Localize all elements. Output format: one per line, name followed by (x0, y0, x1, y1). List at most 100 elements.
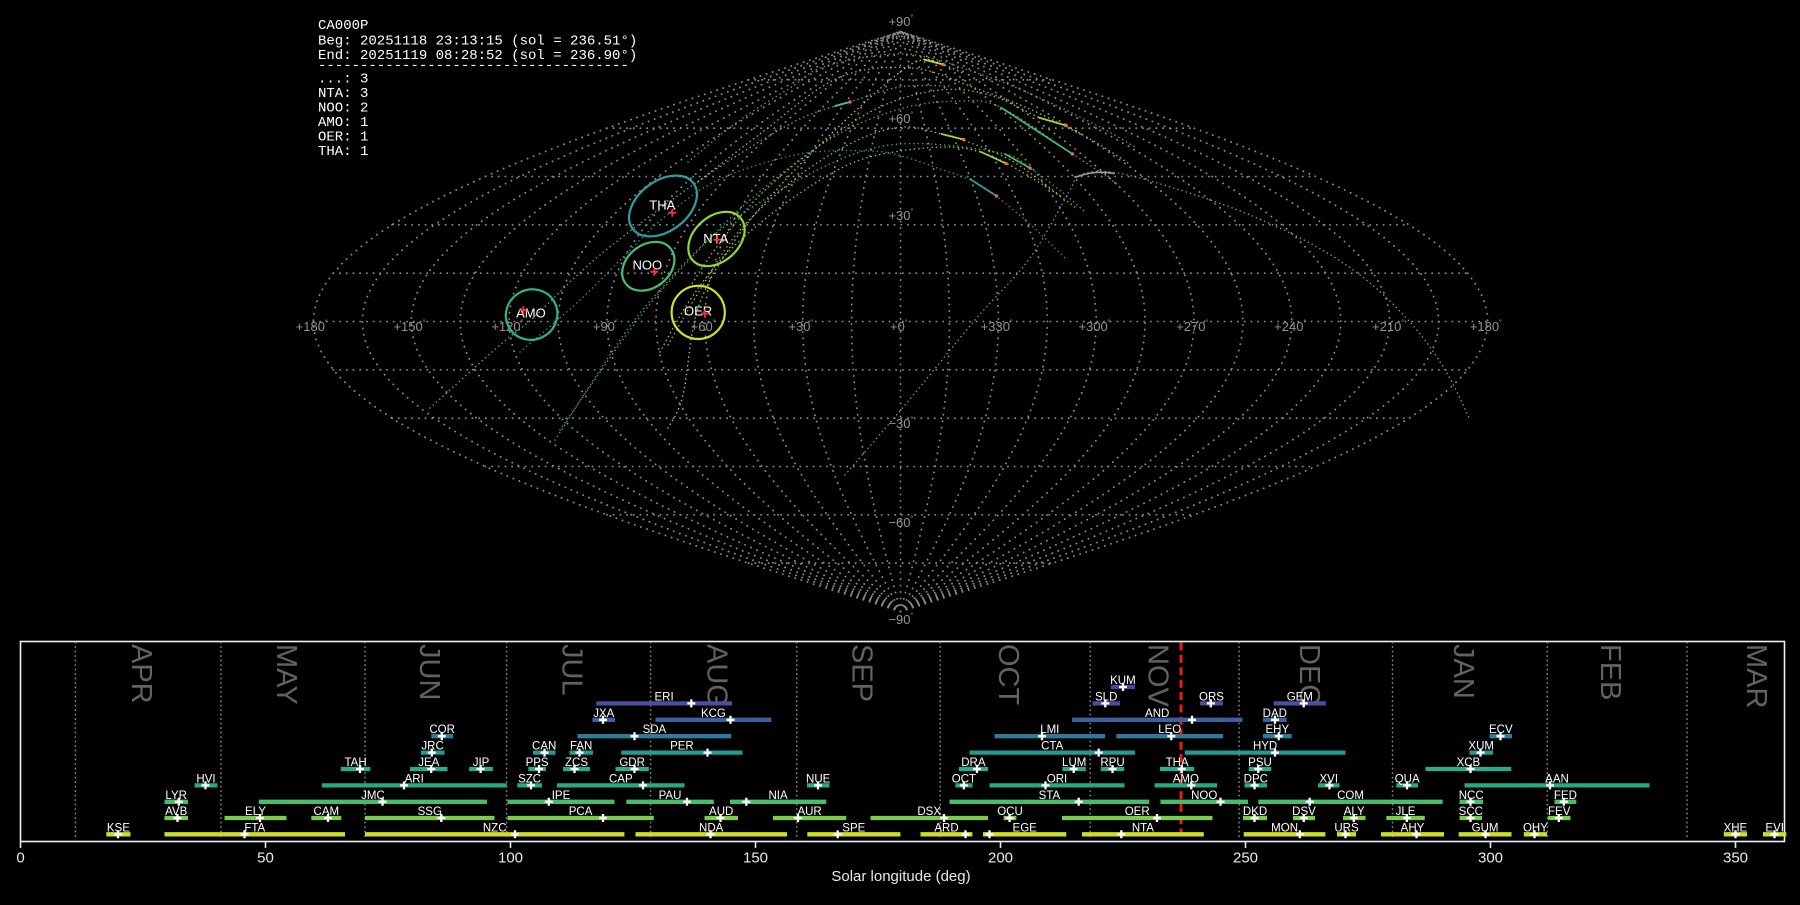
svg-text:XCB: XCB (1457, 757, 1481, 769)
svg-text:CAN: CAN (532, 741, 556, 753)
svg-text:STA: STA (1039, 790, 1061, 802)
svg-text:EVI: EVI (1765, 822, 1784, 834)
svg-text:SCC: SCC (1459, 806, 1483, 818)
svg-text:NIA: NIA (769, 790, 789, 802)
svg-text:FAN: FAN (570, 741, 592, 753)
svg-text:ERI: ERI (655, 691, 674, 703)
svg-text:ARI: ARI (405, 773, 424, 785)
svg-text:SDA: SDA (643, 724, 667, 736)
svg-text:JEA: JEA (418, 757, 439, 769)
svg-text:JIP: JIP (473, 757, 490, 769)
svg-text:AMO: AMO (516, 306, 546, 321)
svg-text:ARD: ARD (934, 822, 958, 834)
svg-text:OCT: OCT (992, 644, 1024, 706)
svg-text:FEV: FEV (1548, 806, 1571, 818)
svg-text:JRC: JRC (421, 741, 443, 753)
svg-text:PCA: PCA (569, 806, 593, 818)
svg-text:300: 300 (1478, 850, 1503, 867)
svg-text:MAY: MAY (270, 644, 302, 705)
svg-text:AMO: AMO (1173, 773, 1199, 785)
svg-text:AUG: AUG (701, 644, 733, 707)
svg-text:NOO: NOO (1191, 790, 1217, 802)
svg-text:LEO: LEO (1158, 724, 1181, 736)
svg-text:ORI: ORI (1047, 773, 1067, 785)
svg-text:FED: FED (1554, 790, 1577, 802)
svg-text:100: 100 (498, 850, 523, 867)
svg-text:SZC: SZC (518, 773, 541, 785)
svg-text:CTA: CTA (1041, 741, 1063, 753)
svg-text:+210˚: +210˚ (1372, 319, 1404, 334)
svg-text:KCG: KCG (701, 708, 726, 720)
svg-text:AHY: AHY (1401, 822, 1425, 834)
svg-text:CA000P: CA000P (318, 18, 368, 34)
svg-text:LMI: LMI (1040, 724, 1059, 736)
svg-text:PSU: PSU (1248, 757, 1272, 769)
svg-text:200: 200 (988, 850, 1013, 867)
svg-text:COR: COR (429, 724, 455, 736)
svg-text:DSV: DSV (1292, 806, 1316, 818)
svg-text:ECV: ECV (1489, 724, 1513, 736)
svg-text:+30˚: +30˚ (788, 319, 813, 334)
svg-text:NDA: NDA (699, 822, 724, 834)
svg-text:XVI: XVI (1320, 773, 1339, 785)
svg-text:NCC: NCC (1459, 790, 1484, 802)
svg-text:AND: AND (1145, 708, 1169, 720)
svg-text:SSG: SSG (418, 806, 442, 818)
svg-text:−30˚: −30˚ (888, 416, 913, 431)
svg-text:+300˚: +300˚ (1078, 319, 1110, 334)
svg-text:PPS: PPS (526, 757, 549, 769)
svg-text:THA: 1: THA: 1 (318, 144, 368, 160)
svg-text:+180˚: +180˚ (296, 319, 328, 334)
svg-text:AUD: AUD (709, 806, 733, 818)
svg-text:150: 150 (743, 850, 768, 867)
svg-text:NTA: NTA (1132, 822, 1154, 834)
svg-text:MON: MON (1271, 822, 1298, 834)
svg-text:DKD: DKD (1243, 806, 1267, 818)
svg-text:MAR: MAR (1740, 644, 1772, 708)
svg-text:NUE: NUE (806, 773, 831, 785)
svg-text:URS: URS (1334, 822, 1359, 834)
svg-text:JLE: JLE (1396, 806, 1416, 818)
svg-text:HVI: HVI (196, 773, 215, 785)
svg-text:ALY: ALY (1344, 806, 1365, 818)
svg-text:+240˚: +240˚ (1274, 319, 1306, 334)
svg-text:SPE: SPE (842, 822, 865, 834)
svg-text:+90˚: +90˚ (593, 319, 618, 334)
svg-text:+180˚: +180˚ (1470, 319, 1502, 334)
svg-text:+60˚: +60˚ (888, 111, 913, 126)
svg-text:RPU: RPU (1100, 757, 1124, 769)
svg-text:APR: APR (125, 644, 157, 704)
svg-text:+150˚: +150˚ (393, 319, 425, 334)
svg-text:THA: THA (1166, 757, 1189, 769)
svg-text:OCU: OCU (997, 806, 1023, 818)
svg-text:350: 350 (1723, 850, 1748, 867)
svg-text:LUM: LUM (1062, 757, 1086, 769)
svg-text:JUN: JUN (413, 644, 445, 700)
svg-text:TAH: TAH (345, 757, 367, 769)
svg-text:FEB: FEB (1594, 644, 1626, 700)
svg-text:HYD: HYD (1253, 741, 1277, 753)
svg-text:DPC: DPC (1244, 773, 1268, 785)
svg-text:JUL: JUL (556, 644, 588, 696)
svg-text:+330˚: +330˚ (981, 319, 1013, 334)
svg-text:COM: COM (1337, 790, 1364, 802)
svg-text:NOO: NOO (632, 258, 662, 273)
svg-text:SLD: SLD (1095, 691, 1117, 703)
svg-text:−60˚: −60˚ (888, 515, 913, 530)
svg-text:ELY: ELY (245, 806, 266, 818)
svg-text:NOV: NOV (1142, 644, 1174, 708)
svg-text:KSE: KSE (107, 822, 130, 834)
svg-text:ORS: ORS (1199, 691, 1224, 703)
svg-text:EHY: EHY (1265, 724, 1289, 736)
svg-text:SEP: SEP (845, 644, 877, 702)
svg-text:Solar longitude (deg): Solar longitude (deg) (831, 868, 970, 885)
svg-text:PAU: PAU (659, 790, 682, 802)
svg-text:CAM: CAM (314, 806, 340, 818)
svg-text:NTA: NTA (703, 231, 728, 246)
svg-text:DAD: DAD (1263, 708, 1287, 720)
svg-text:LYR: LYR (165, 790, 187, 802)
svg-text:OHY: OHY (1523, 822, 1548, 834)
svg-text:NZC: NZC (483, 822, 507, 834)
svg-text:GDR: GDR (619, 757, 645, 769)
svg-text:QUA: QUA (1395, 773, 1420, 785)
